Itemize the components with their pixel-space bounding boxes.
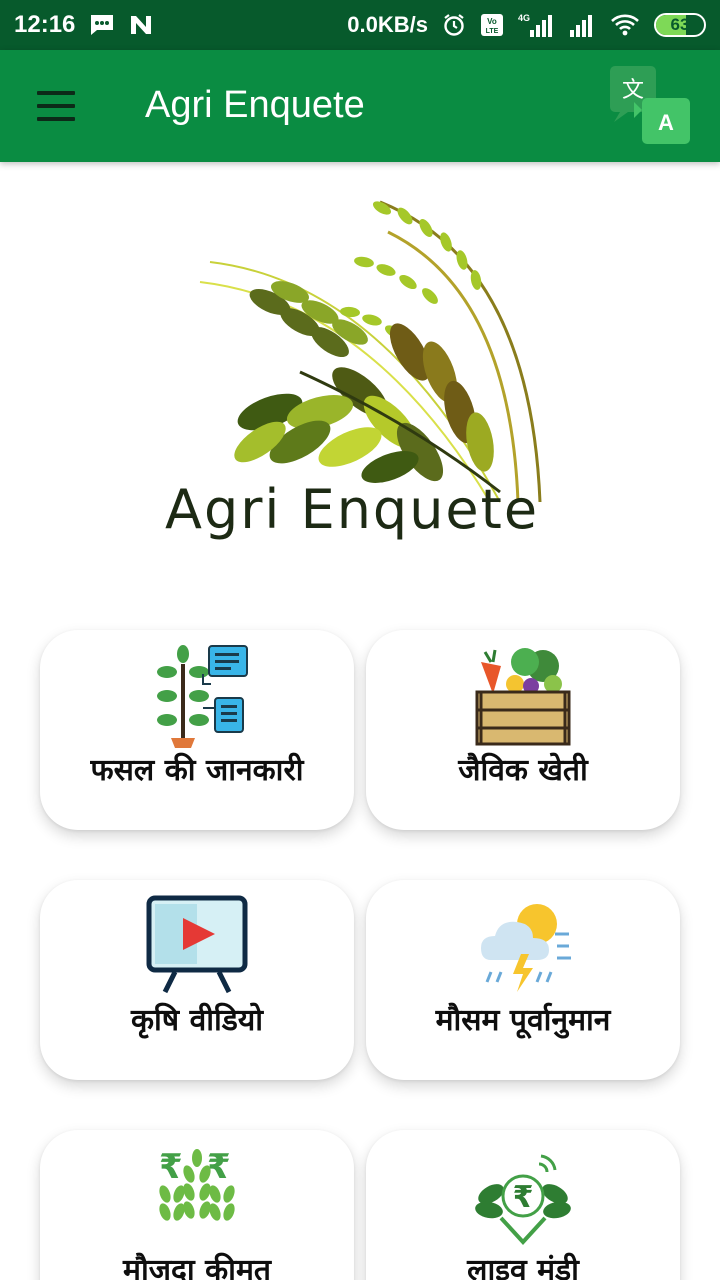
card-label: कृषि वीडियो (130, 1003, 264, 1038)
card-live-market[interactable]: ₹ लाइव मंडी (366, 1130, 680, 1280)
card-organic-farming[interactable]: जैविक खेती (366, 630, 680, 830)
svg-text:LTE: LTE (486, 28, 499, 35)
card-current-price[interactable]: ₹ ₹ मौजदा कीमत (40, 1130, 354, 1280)
status-bar: 12:16 0.0KB/s Vo LTE 4G 63 (0, 0, 720, 50)
svg-text:文: 文 (622, 78, 644, 103)
card-label: फसल की जानकारी (90, 753, 304, 788)
signal-4g-icon: 4G (518, 12, 554, 38)
logo-text: Agri Enquete (165, 478, 540, 541)
battery-icon: 63 (654, 13, 706, 37)
card-label: लाइव मंडी (467, 1253, 579, 1280)
svg-text:A: A (658, 110, 674, 135)
vegetable-crate-icon (471, 644, 575, 748)
volte-icon: Vo LTE (480, 13, 504, 37)
card-label: मौजदा कीमत (123, 1253, 271, 1280)
battery-level: 63 (670, 15, 690, 34)
price-crop-icon: ₹ ₹ (145, 1144, 249, 1248)
card-label: मौसम पूर्वानुमान (435, 1003, 611, 1038)
signal-icon (568, 12, 596, 38)
svg-text:Vo: Vo (487, 17, 497, 26)
weather-icon (471, 894, 575, 998)
svg-text:₹: ₹ (207, 1147, 231, 1187)
svg-text:₹: ₹ (513, 1180, 534, 1215)
wifi-icon (610, 13, 640, 37)
n-icon (129, 14, 153, 36)
translate-icon[interactable]: 文 A (606, 64, 694, 150)
card-crop-info[interactable]: फसल की जानकारी (40, 630, 354, 830)
status-time: 12:16 (14, 11, 76, 38)
svg-text:₹: ₹ (159, 1147, 183, 1187)
net-speed: 0.0KB/s (347, 12, 428, 37)
live-market-icon: ₹ (471, 1144, 575, 1248)
crop-info-icon (145, 644, 249, 748)
alarm-icon (442, 13, 466, 37)
card-agri-video[interactable]: कृषि वीडियो (40, 880, 354, 1080)
app-title: Agri Enquete (145, 84, 365, 126)
app-bar: Agri Enquete 文 A (0, 50, 720, 162)
svg-text:4G: 4G (518, 13, 530, 23)
message-icon (89, 13, 115, 37)
hamburger-menu-icon[interactable] (28, 80, 84, 132)
card-label: जैविक खेती (458, 753, 588, 788)
card-weather-forecast[interactable]: मौसम पूर्वानुमान (366, 880, 680, 1080)
video-player-icon (145, 894, 249, 998)
